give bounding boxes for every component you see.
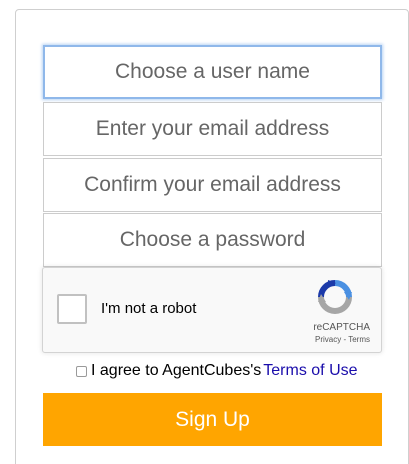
recaptcha-checkbox[interactable] — [57, 294, 87, 324]
sign-up-button[interactable]: Sign Up — [43, 393, 382, 446]
terms-checkbox[interactable] — [76, 365, 87, 377]
email-field[interactable] — [43, 102, 382, 156]
terms-of-use-link[interactable]: Terms of Use — [263, 362, 357, 380]
terms-agreement: I agree to AgentCubes's Terms of Use — [76, 362, 358, 380]
recaptcha-brand: reCAPTCHA — [313, 322, 370, 333]
recaptcha-privacy-link[interactable]: Privacy — [315, 335, 341, 344]
recaptcha-logo-icon — [318, 280, 352, 314]
confirm-email-field[interactable] — [43, 158, 382, 212]
password-field[interactable] — [43, 213, 382, 267]
recaptcha-terms-link[interactable]: Terms — [348, 335, 370, 344]
username-field[interactable] — [43, 45, 382, 99]
terms-agreement-text: I agree to AgentCubes's — [91, 362, 262, 379]
recaptcha-widget: I'm not a robot reCAPTCHA Privacy - Term… — [42, 267, 382, 353]
recaptcha-links: Privacy - Terms — [315, 335, 370, 344]
recaptcha-label: I'm not a robot — [101, 300, 197, 317]
